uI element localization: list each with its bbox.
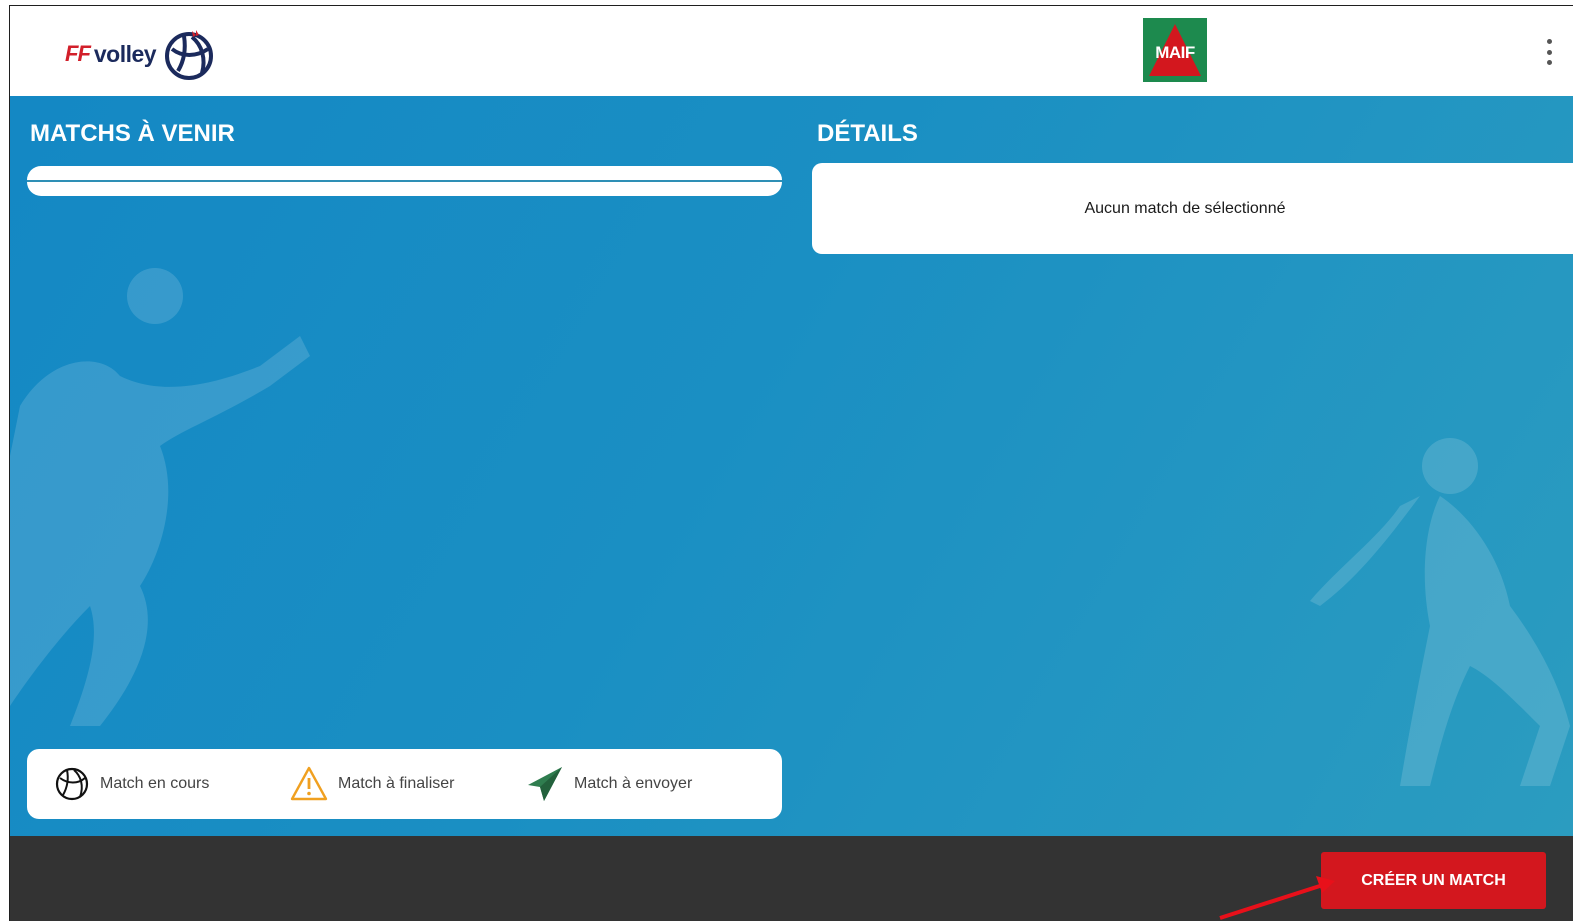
logo-name: volley [93,40,157,67]
create-match-button[interactable]: CRÉER UN MATCH [1321,852,1546,909]
volleyball-logo-icon [165,30,214,80]
maif-logo: MAIF [1143,18,1207,82]
more-vert-icon[interactable] [1539,36,1559,68]
player-silhouette-right [1310,438,1570,786]
logo-prefix: FF [65,41,91,66]
top-app-bar: FF volley MAIF [10,6,1573,96]
list-divider [27,180,782,182]
ffvolley-logo: FF volley [65,26,216,82]
upcoming-matches-title: MATCHS À VENIR [30,120,235,147]
paper-plane-icon [528,767,562,801]
volleyball-icon [55,767,89,801]
upcoming-matches-list [27,166,782,196]
legend-label: Match à finaliser [338,775,455,792]
details-title: DÉTAILS [817,120,918,147]
main-content: MATCHS À VENIR DÉTAILS Aucun match de sé… [10,96,1573,836]
legend-item-to-finalize: Match à finaliser [290,749,455,819]
player-silhouette-left [10,268,310,726]
warning-icon [290,766,328,801]
legend-label: Match à envoyer [574,775,693,792]
details-card: Aucun match de sélectionné [812,163,1573,254]
bottom-bar: CRÉER UN MATCH [10,836,1573,921]
app-window: FF volley MAIF MATCHS À VENIR DÉTAILS Au… [9,5,1573,921]
sponsor-name: MAIF [1155,43,1195,62]
legend-item-in-progress: Match en cours [54,749,209,819]
no-match-selected-message: Aucun match de sélectionné [1084,199,1286,217]
legend-label: Match en cours [100,775,210,792]
legend-item-to-send: Match à envoyer [526,749,692,819]
status-legend: Match en cours Match à finaliser Match à… [27,749,782,819]
